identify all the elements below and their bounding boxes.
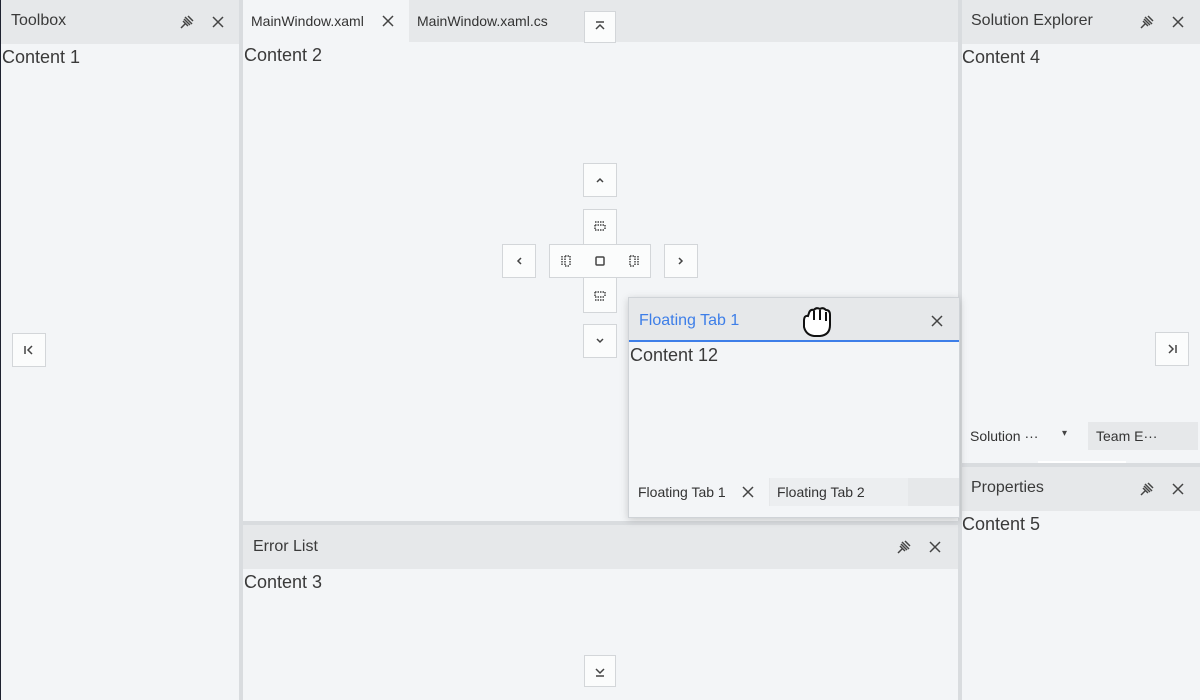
chevron-up-icon: [596, 177, 604, 183]
close-icon[interactable]: [927, 311, 947, 331]
tab-team-explorer[interactable]: Team E···: [1088, 422, 1198, 450]
floating-window-tab-strip: Floating Tab 1 Floating Tab 2: [629, 478, 959, 506]
dock-top-button[interactable]: [583, 163, 617, 197]
chevron-right-icon: [678, 257, 684, 265]
tab-overflow-button[interactable]: [584, 11, 616, 43]
collapse-right-button[interactable]: [1155, 332, 1189, 366]
chevron-down-bar-icon: [595, 668, 605, 677]
collapse-right-icon: [1168, 344, 1177, 354]
collapse-left-button[interactable]: [12, 333, 46, 367]
pin-icon[interactable]: [1137, 12, 1157, 32]
solution-explorer-content: Content 4: [962, 47, 1041, 67]
toolbox-panel: Toolbox Content 1: [1, 0, 239, 700]
tab-label: MainWindow.xaml.cs: [417, 13, 548, 29]
tab-solution[interactable]: Solution ··· ▾: [962, 422, 1084, 450]
dock-inner-top-icon[interactable]: [590, 216, 610, 236]
grab-hand-cursor-icon: [798, 305, 836, 339]
chevron-down-icon[interactable]: ▾: [1062, 428, 1067, 439]
pin-icon[interactable]: [177, 12, 197, 32]
dock-inner-right-icon[interactable]: [624, 251, 644, 271]
toolbox-title: Toolbox: [11, 12, 67, 29]
chevron-up-bar-icon: [595, 21, 605, 30]
toolbox-header[interactable]: Toolbox: [1, 0, 239, 44]
toolbox-content: Content 1: [2, 47, 81, 67]
dock-inner-left-icon[interactable]: [556, 251, 576, 271]
close-icon[interactable]: [1168, 479, 1188, 499]
close-icon[interactable]: [378, 11, 398, 31]
collapse-left-icon: [24, 345, 33, 355]
tab-label: Team E···: [1096, 428, 1158, 444]
error-list-header[interactable]: Error List: [243, 525, 958, 569]
tab-label: Floating Tab 1: [638, 484, 726, 500]
tab-label: Floating Tab 2: [777, 484, 865, 500]
dock-left-button[interactable]: [502, 244, 536, 278]
properties-title: Properties: [971, 479, 1044, 496]
floating-window-title: Floating Tab 1: [639, 312, 740, 329]
chevron-down-icon: [596, 338, 604, 344]
tab-mainwindow-xaml[interactable]: MainWindow.xaml: [243, 0, 409, 42]
floating-window-content: Content 12: [630, 345, 719, 365]
error-list-panel: Error List Content 3: [243, 525, 958, 700]
properties-header[interactable]: Properties: [962, 467, 1200, 511]
close-icon[interactable]: [208, 12, 228, 32]
error-list-content: Content 3: [244, 572, 323, 592]
close-icon[interactable]: [738, 482, 758, 502]
floating-window[interactable]: Floating Tab 1 Content 12 Floating Tab 1…: [628, 297, 960, 518]
dock-inner-bottom-icon[interactable]: [590, 286, 610, 306]
solution-explorer-title: Solution Explorer: [971, 12, 1093, 29]
document-content: Content 2: [244, 45, 323, 65]
collapse-down-button[interactable]: [584, 655, 616, 687]
solution-explorer-header[interactable]: Solution Explorer: [962, 0, 1200, 44]
floating-window-header[interactable]: Floating Tab 1: [629, 298, 959, 342]
floating-tab-2[interactable]: Floating Tab 2: [770, 478, 908, 506]
dock-right-button[interactable]: [664, 244, 698, 278]
dock-center-icon[interactable]: [590, 251, 610, 271]
properties-panel: Properties Content 5: [962, 467, 1200, 700]
tab-mainwindow-xaml-cs[interactable]: MainWindow.xaml.cs: [409, 0, 579, 42]
properties-content: Content 5: [962, 514, 1041, 534]
active-tab-underline: [629, 340, 959, 342]
document-tab-strip: MainWindow.xaml MainWindow.xaml.cs: [243, 0, 958, 43]
floating-tab-1[interactable]: Floating Tab 1: [629, 478, 769, 506]
pin-icon[interactable]: [1137, 479, 1157, 499]
solution-explorer-panel: Solution Explorer Content 4 Solution ···…: [962, 0, 1200, 463]
chevron-left-icon: [516, 257, 522, 265]
pin-icon[interactable]: [894, 537, 914, 557]
close-icon[interactable]: [925, 537, 945, 557]
error-list-title: Error List: [253, 538, 318, 555]
dock-bottom-button[interactable]: [583, 324, 617, 358]
tab-label: MainWindow.xaml: [251, 13, 364, 29]
close-icon[interactable]: [1168, 12, 1188, 32]
tab-label: Solution ···: [970, 428, 1039, 444]
